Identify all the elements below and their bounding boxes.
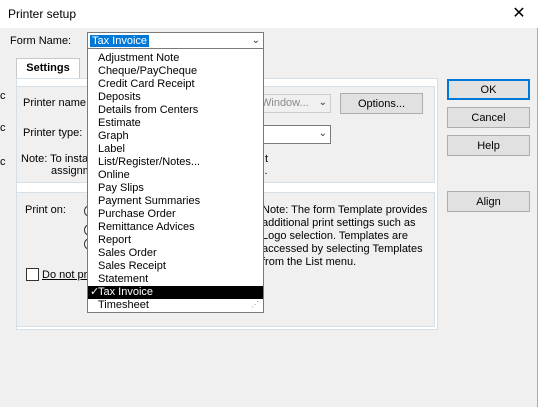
close-icon[interactable]: ✕ [508, 4, 530, 24]
printer-note-line1: Note: To insta [21, 153, 89, 165]
ok-button[interactable]: OK [447, 79, 530, 100]
printer-name-combo[interactable]: Window... ⌄ [257, 94, 331, 113]
printer-name-value: Window... [261, 97, 309, 109]
list-item[interactable]: Sales Order [88, 247, 263, 260]
list-item-selected[interactable]: ✓Tax Invoice [88, 286, 263, 299]
help-button[interactable]: Help [447, 135, 530, 156]
list-item[interactable]: Timesheet [88, 299, 263, 312]
do-not-print-label: Do not pr [42, 269, 88, 281]
resize-grip-icon[interactable]: ⋰ [251, 300, 261, 310]
title-bar: Printer setup ✕ [0, 0, 538, 28]
list-item[interactable]: Remittance Advices [88, 221, 263, 234]
background-char: c [0, 122, 6, 134]
list-item[interactable]: Graph [88, 130, 263, 143]
list-item[interactable]: Online [88, 169, 263, 182]
form-name-value: Tax Invoice [90, 35, 150, 47]
list-item[interactable]: Label [88, 143, 263, 156]
printer-type-label: Printer type: [23, 127, 83, 139]
form-name-dropdown-list: Adjustment Note Cheque/PayCheque Credit … [87, 48, 264, 313]
printer-note-line2: assignm [51, 165, 92, 177]
list-item[interactable]: Adjustment Note [88, 52, 263, 65]
printer-setup-window: Printer setup ✕ c c c Form Name: Tax Inv… [0, 0, 538, 407]
background-char: c [0, 156, 6, 168]
template-note: Note: The form Template provides additio… [262, 204, 428, 268]
list-item[interactable]: Report [88, 234, 263, 247]
list-item[interactable]: Payment Summaries [88, 195, 263, 208]
do-not-print-checkbox[interactable] [26, 268, 39, 281]
chevron-down-icon: ⌄ [318, 128, 327, 139]
list-item[interactable]: Details from Centers [88, 104, 263, 117]
printer-type-combo[interactable]: ⌄ [257, 125, 331, 144]
chevron-down-icon[interactable]: ⌄ [252, 35, 260, 46]
form-name-label: Form Name: [10, 35, 72, 47]
printer-name-label: Printer name: [23, 97, 90, 109]
list-item[interactable]: List/Register/Notes... [88, 156, 263, 169]
list-item[interactable]: Sales Receipt [88, 260, 263, 273]
tab-settings[interactable]: Settings [16, 58, 80, 79]
cancel-button[interactable]: Cancel [447, 107, 530, 128]
list-item[interactable]: Credit Card Receipt [88, 78, 263, 91]
printer-note-right1: t [265, 153, 269, 165]
options-button[interactable]: Options... [340, 93, 423, 114]
list-item[interactable]: Cheque/PayCheque [88, 65, 263, 78]
chevron-down-icon: ⌄ [318, 97, 327, 108]
window-title: Printer setup [8, 7, 77, 21]
list-item[interactable]: Statement [88, 273, 263, 286]
list-item[interactable]: Deposits [88, 91, 263, 104]
print-on-label: Print on: [25, 204, 66, 216]
align-button[interactable]: Align [447, 191, 530, 212]
list-item[interactable]: Pay Slips [88, 182, 263, 195]
list-item-label: Tax Invoice [98, 286, 154, 298]
checkmark-icon: ✓ [90, 286, 100, 298]
list-item[interactable]: Purchase Order [88, 208, 263, 221]
background-char: c [0, 90, 6, 102]
list-item[interactable]: Estimate [88, 117, 263, 130]
